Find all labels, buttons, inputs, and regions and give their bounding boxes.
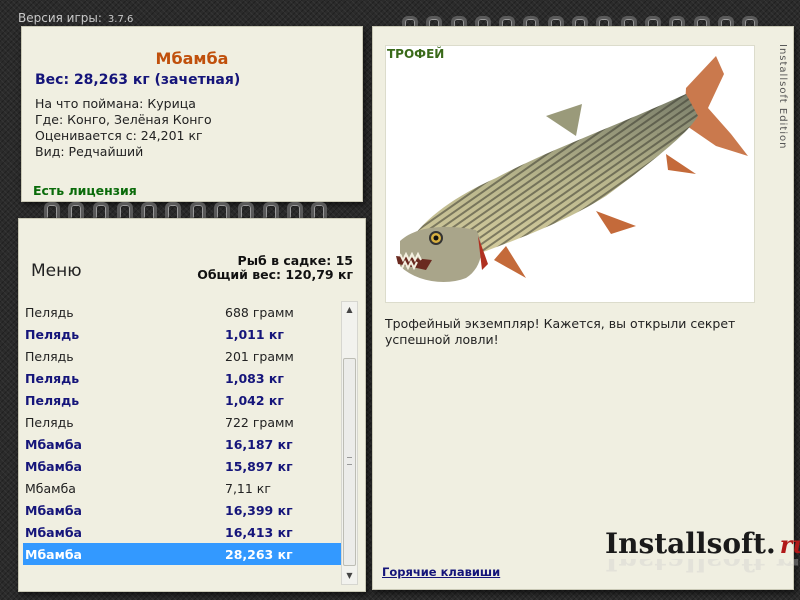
catch-location: Где: Конго, Зелёная Конго xyxy=(35,112,212,127)
list-item[interactable]: Пелядь 688 грамм xyxy=(23,301,341,323)
fish-name: Мбамба xyxy=(155,49,229,68)
fish-count: Рыб в садке: 15 xyxy=(237,253,353,268)
list-item[interactable]: Пелядь 1,083 кг xyxy=(23,367,341,389)
list-item[interactable]: Мбамба 15,897 кг xyxy=(23,455,341,477)
fish-row-weight: 1,042 кг xyxy=(225,392,284,408)
fish-row-weight: 28,263 кг xyxy=(225,546,293,562)
fish-row-weight: 16,413 кг xyxy=(225,524,293,540)
total-weight: Общий вес: 120,79 кг xyxy=(197,267,353,282)
version-number: 3.7.6 xyxy=(107,14,134,25)
fish-row-weight: 688 грамм xyxy=(225,304,294,320)
scroll-up-icon[interactable]: ▲ xyxy=(342,302,357,318)
fish-row-weight: 1,011 кг xyxy=(225,326,284,342)
version-label: Версия игры: xyxy=(18,11,102,25)
hotkeys-link[interactable]: Горячие клавиши xyxy=(382,565,500,579)
fish-row-name: Мбамба xyxy=(25,502,82,518)
list-item[interactable]: Мбамба 16,399 кг xyxy=(23,499,341,521)
fish-row-name: Мбамба xyxy=(25,546,82,562)
fish-row-name: Мбамба xyxy=(25,458,82,474)
fish-rarity: Вид: Редчайший xyxy=(35,144,144,159)
fish-row-name: Пелядь xyxy=(25,326,80,342)
list-item[interactable]: Мбамба 16,187 кг xyxy=(23,433,341,455)
caught-on: На что поймана: Курица xyxy=(35,96,196,111)
fish-row-name: Мбамба xyxy=(25,480,76,496)
list-item[interactable]: Мбамба 16,413 кг xyxy=(23,521,341,543)
fish-row-weight: 201 грамм xyxy=(225,348,294,364)
rated-from: Оценивается с: 24,201 кг xyxy=(35,128,203,143)
fish-list-scrollbar[interactable]: ▲ ▼ xyxy=(341,301,358,585)
list-item[interactable]: Пелядь 1,011 кг xyxy=(23,323,341,345)
fish-weight: Вес: 28,263 кг (зачетная) xyxy=(35,72,241,88)
fish-row-weight: 722 грамм xyxy=(225,414,294,430)
menu-title: Меню xyxy=(31,261,82,281)
fish-row-name: Пелядь xyxy=(25,414,74,430)
game-version: Версия игры: 3.7.6 xyxy=(18,11,133,25)
fish-row-name: Мбамба xyxy=(25,436,82,452)
list-item[interactable]: Пелядь 722 грамм xyxy=(23,411,341,433)
logo-ru: ru xyxy=(779,530,800,559)
logo-reflection: Installsoft.ru xyxy=(605,559,800,577)
grip-icon xyxy=(347,457,352,465)
catch-info-card: Мбамба Вес: 28,263 кг (зачетная) На что … xyxy=(21,26,363,202)
fish-image xyxy=(385,45,755,303)
fish-row-name: Пелядь xyxy=(25,392,80,408)
side-edition-text: Installsoft Edition xyxy=(777,44,788,150)
fish-row-weight: 15,897 кг xyxy=(225,458,293,474)
list-item[interactable]: Мбамба 28,263 кг xyxy=(23,543,341,565)
fish-row-weight: 16,187 кг xyxy=(225,436,293,452)
fish-row-weight: 1,083 кг xyxy=(225,370,284,386)
logo-main: Installsoft. xyxy=(605,527,776,560)
fish-row-name: Мбамба xyxy=(25,524,82,540)
fish-row-name: Пелядь xyxy=(25,348,74,364)
list-item[interactable]: Пелядь 1,042 кг xyxy=(23,389,341,411)
keepnet-card: Меню Рыб в садке: 15 Общий вес: 120,79 к… xyxy=(18,218,366,592)
fish-row-weight: 7,11 кг xyxy=(225,480,271,496)
list-item[interactable]: Пелядь 201 грамм xyxy=(23,345,341,367)
fish-row-name: Пелядь xyxy=(25,304,74,320)
installsoft-logo: Installsoft.ru xyxy=(605,527,800,560)
fish-row-weight: 16,399 кг xyxy=(225,502,293,518)
fish-row-name: Пелядь xyxy=(25,370,80,386)
trophy-card: ТРОФЕЙ Трофейный экземпляр! Кажется, вы … xyxy=(372,26,800,590)
license-status: Есть лицензия xyxy=(33,183,137,198)
tigerfish-illustration xyxy=(396,56,748,282)
list-item[interactable]: Мбамба 7,11 кг xyxy=(23,477,341,499)
fish-list[interactable]: Пелядь 688 грамм Пелядь 1,011 кг Пелядь 201 г… xyxy=(23,301,341,581)
trophy-badge: ТРОФЕЙ xyxy=(387,47,445,61)
scroll-down-icon[interactable]: ▼ xyxy=(342,568,357,584)
scroll-thumb[interactable] xyxy=(343,358,356,566)
trophy-message: Трофейный экземпляр! Кажется, вы открыли… xyxy=(385,316,736,347)
